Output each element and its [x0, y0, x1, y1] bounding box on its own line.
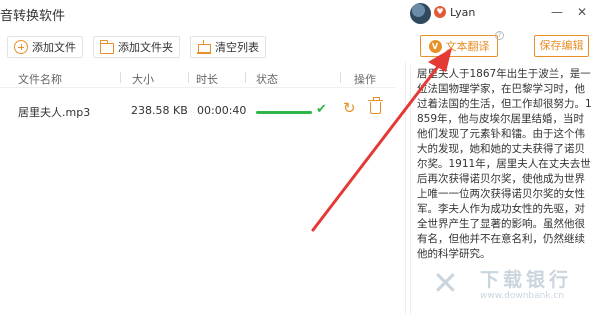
table-row[interactable]: 居里夫人.mp3 238.58 KB 00:00:40 ✔ ↻ [0, 97, 395, 124]
refresh-icon[interactable]: ↻ [343, 101, 357, 116]
add-circle-icon [14, 40, 28, 54]
title-bar: 音转换软件 ♥ Lyan — ✕ [0, 0, 600, 26]
file-duration: 00:00:40 [197, 104, 247, 117]
vip-v-icon: V [428, 39, 442, 53]
file-name: 居里夫人.mp3 [18, 106, 91, 119]
column-header-actions: 操作 [354, 73, 376, 86]
folder-icon [100, 39, 114, 54]
help-icon[interactable]: ? [495, 31, 504, 40]
add-file-button[interactable]: 添加文件 [7, 36, 83, 58]
add-folder-label: 添加文件夹 [118, 41, 173, 54]
broom-icon [197, 40, 211, 54]
file-size: 238.58 KB [131, 104, 188, 117]
watermark-domain: www.downbank.cn [480, 291, 565, 301]
check-icon: ✔ [316, 102, 327, 117]
clear-list-button[interactable]: 清空列表 [190, 36, 266, 58]
app-title: 音转换软件 [0, 9, 66, 24]
translation-text[interactable]: 居里夫人于1867年出生于波兰，是一位法国物理学家，在巴黎学习时，他过着法国的生… [417, 67, 592, 262]
avatar[interactable] [410, 3, 431, 24]
column-divider[interactable] [188, 72, 189, 83]
text-translate-label: 文本翻译 [445, 40, 490, 53]
watermark-logo: ✕ 下载银行 www.downbank.cn [432, 263, 592, 309]
panel-divider [405, 62, 406, 314]
column-divider[interactable] [340, 72, 341, 83]
trash-icon[interactable] [368, 97, 383, 114]
vip-badge-icon: ♥ [434, 6, 446, 18]
watermark-name: 下载银行 [480, 269, 573, 291]
add-folder-button[interactable]: 添加文件夹 [93, 36, 180, 58]
column-header-status: 状态 [256, 73, 278, 86]
column-header-name: 文件名称 [18, 73, 62, 86]
conversion-progress-bar [256, 111, 312, 114]
text-translate-button[interactable]: V 文本翻译 [420, 35, 498, 57]
close-button[interactable]: ✕ [573, 3, 591, 21]
add-file-label: 添加文件 [32, 41, 76, 54]
minimize-button[interactable]: — [548, 3, 566, 21]
column-header-duration: 时长 [196, 73, 218, 86]
column-header-size: 大小 [132, 73, 154, 86]
username[interactable]: Lyan [450, 6, 475, 19]
column-divider[interactable] [245, 72, 246, 83]
file-table-header: 文件名称 大小 时长 状态 操作 [0, 66, 395, 88]
save-edit-button[interactable]: 保存编辑 [534, 35, 589, 57]
x-logo-icon: ✕ [432, 264, 459, 302]
column-divider[interactable] [120, 72, 121, 83]
clear-list-label: 清空列表 [215, 41, 259, 54]
